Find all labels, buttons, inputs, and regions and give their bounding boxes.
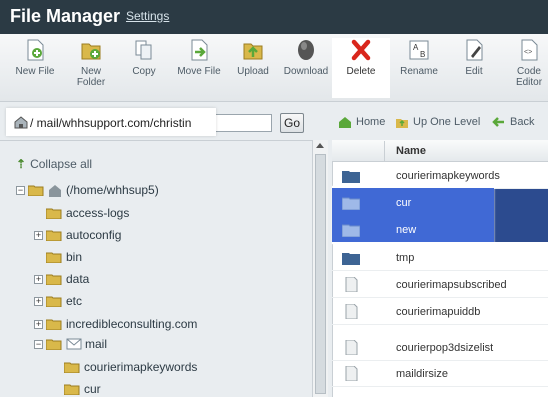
home-icon bbox=[339, 117, 351, 128]
file-icon bbox=[345, 366, 358, 381]
code-editor-button[interactable]: <> Code Editor bbox=[500, 38, 548, 98]
nav-home[interactable]: Home bbox=[338, 116, 385, 128]
download-icon bbox=[298, 40, 314, 60]
table-row[interactable]: tmp bbox=[332, 244, 548, 271]
folder-icon bbox=[46, 230, 62, 241]
copy-button[interactable]: Copy bbox=[115, 38, 173, 98]
folder-icon bbox=[342, 224, 360, 237]
table-header bbox=[332, 140, 548, 162]
folder-icon bbox=[46, 208, 62, 219]
tree-item-bin[interactable]: bin bbox=[46, 249, 82, 265]
tree-item-incredibleconsulting[interactable]: + incredibleconsulting.com bbox=[34, 316, 197, 332]
expand-toggle-icon[interactable]: + bbox=[34, 319, 43, 329]
app-title: File Manager bbox=[10, 6, 121, 26]
collapse-arrow-icon: ⇡ bbox=[16, 157, 27, 171]
file-icon bbox=[345, 277, 358, 292]
back-arrow-icon bbox=[492, 117, 504, 127]
settings-link[interactable]: Settings bbox=[126, 9, 169, 23]
edit-icon bbox=[466, 39, 483, 61]
download-button[interactable]: Download bbox=[277, 38, 335, 98]
expand-toggle-icon[interactable]: + bbox=[34, 230, 43, 240]
tree-item-cur[interactable]: cur bbox=[64, 381, 101, 397]
folder-icon bbox=[342, 197, 360, 210]
folder-open-icon bbox=[46, 339, 62, 350]
upload-button[interactable]: Upload bbox=[224, 38, 282, 98]
scroll-thumb[interactable] bbox=[315, 154, 326, 394]
new-folder-icon bbox=[81, 43, 101, 60]
table-row[interactable]: courierimapsubscribed bbox=[332, 271, 548, 298]
table-row[interactable]: courierpop3dsizelist bbox=[332, 334, 548, 361]
svg-text:<>: <> bbox=[524, 49, 532, 56]
nav-up-one-level[interactable]: Up One Level bbox=[395, 116, 480, 128]
svg-text:B: B bbox=[420, 50, 425, 59]
column-header-name[interactable]: Name bbox=[396, 145, 426, 157]
collapse-all-link[interactable]: ⇡ Collapse all bbox=[16, 157, 92, 171]
mail-envelope-icon bbox=[66, 338, 82, 350]
delete-icon bbox=[351, 39, 371, 61]
nav-back[interactable]: Back bbox=[492, 116, 534, 128]
tree-item-etc[interactable]: + etc bbox=[34, 293, 82, 309]
rename-button[interactable]: AB Rename bbox=[390, 38, 448, 98]
code-editor-icon: <> bbox=[521, 39, 538, 61]
upload-icon bbox=[243, 43, 263, 60]
move-file-button[interactable]: Move File bbox=[170, 38, 228, 98]
expand-toggle-icon[interactable]: + bbox=[34, 274, 43, 284]
rename-icon: AB bbox=[409, 40, 429, 60]
new-file-icon bbox=[27, 39, 44, 61]
tree-item-autoconfig[interactable]: + autoconfig bbox=[34, 227, 121, 243]
table-row[interactable]: courierimapkeywords bbox=[332, 162, 548, 189]
folder-up-icon bbox=[396, 119, 408, 128]
toolbar: New File New Folder Copy Move File Uploa… bbox=[0, 34, 548, 102]
folder-icon bbox=[64, 384, 80, 395]
table-row[interactable]: maildirsize bbox=[332, 360, 548, 387]
tree-item-courierimapkeywords[interactable]: courierimapkeywords bbox=[64, 359, 197, 375]
tree-scrollbar[interactable] bbox=[312, 140, 328, 397]
copy-icon bbox=[135, 40, 152, 60]
home-icon bbox=[14, 116, 28, 129]
delete-button[interactable]: Delete bbox=[332, 38, 390, 98]
table-row[interactable]: courierimapuiddb bbox=[332, 298, 548, 325]
file-icon bbox=[345, 340, 358, 355]
app-header: File Manager Settings bbox=[0, 0, 548, 34]
go-button[interactable]: Go bbox=[280, 113, 304, 133]
expand-toggle-icon[interactable]: + bbox=[34, 296, 43, 306]
table-row[interactable]: cur bbox=[332, 189, 494, 216]
new-folder-button[interactable]: New Folder bbox=[62, 38, 120, 98]
scroll-up-icon[interactable] bbox=[316, 143, 324, 148]
move-file-icon bbox=[191, 39, 208, 61]
svg-text:A: A bbox=[413, 43, 419, 52]
collapse-toggle-icon[interactable]: − bbox=[16, 185, 25, 195]
column-divider bbox=[384, 141, 385, 161]
tree-item-mail[interactable]: − mail bbox=[34, 336, 107, 352]
table-row[interactable]: new bbox=[332, 216, 494, 243]
folder-icon bbox=[342, 253, 360, 265]
folder-icon bbox=[46, 296, 62, 307]
tree-item-access-logs[interactable]: access-logs bbox=[46, 205, 129, 221]
folder-icon bbox=[46, 319, 62, 330]
path-value: / mail/whhsupport.com/christin bbox=[30, 116, 192, 130]
tree-item-data[interactable]: + data bbox=[34, 271, 89, 287]
collapse-toggle-icon[interactable]: − bbox=[34, 339, 43, 349]
folder-icon bbox=[46, 274, 62, 285]
new-file-button[interactable]: New File bbox=[6, 38, 64, 98]
folder-icon bbox=[342, 171, 360, 183]
edit-button[interactable]: Edit bbox=[445, 38, 503, 98]
folder-open-icon bbox=[28, 185, 44, 196]
folder-icon bbox=[64, 362, 80, 373]
file-icon bbox=[345, 304, 358, 319]
home-icon bbox=[49, 184, 61, 197]
tree-root[interactable]: − (/home/whhsup5) bbox=[16, 182, 159, 198]
path-text: mail/whhsupport.com/christin bbox=[36, 116, 192, 130]
folder-icon bbox=[46, 252, 62, 263]
